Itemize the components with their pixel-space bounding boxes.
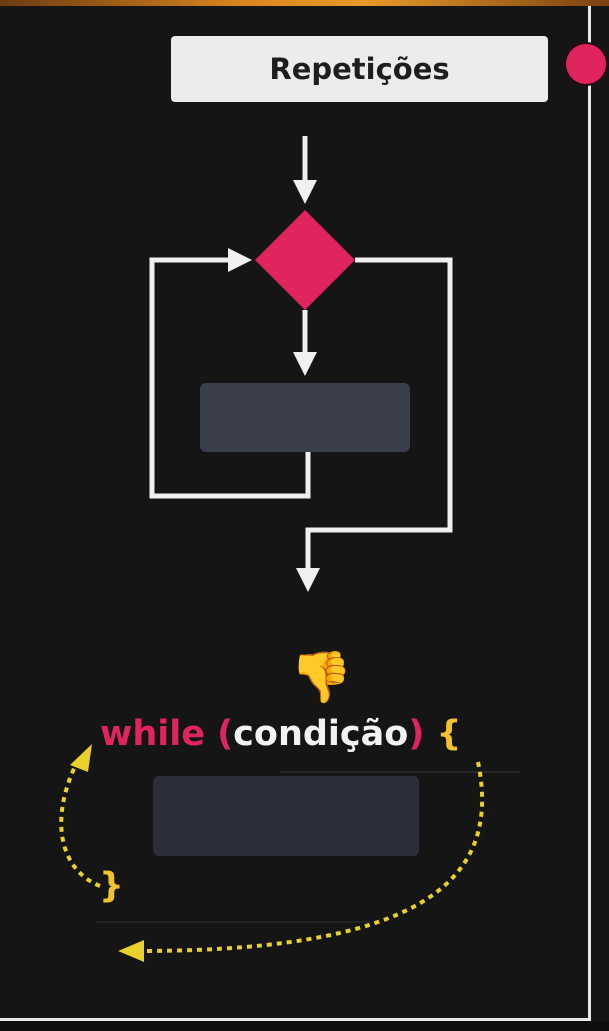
loop-body-block xyxy=(200,383,410,452)
thumbs-down-icon: 👎 xyxy=(290,648,353,706)
true-branch-arrow xyxy=(293,310,317,376)
condition-text: condição xyxy=(233,714,409,754)
flowchart xyxy=(59,136,520,962)
entry-arrow xyxy=(293,136,317,204)
open-brace: { xyxy=(436,714,462,754)
close-paren: ) xyxy=(408,714,425,754)
decision-diamond xyxy=(255,210,355,310)
open-paren: ( xyxy=(217,714,234,754)
while-statement: while (condição) { xyxy=(100,714,461,762)
dotted-arrow-up xyxy=(59,744,101,888)
code-body-block xyxy=(153,776,419,856)
while-keyword: while xyxy=(100,714,205,754)
close-brace: } xyxy=(99,866,124,906)
